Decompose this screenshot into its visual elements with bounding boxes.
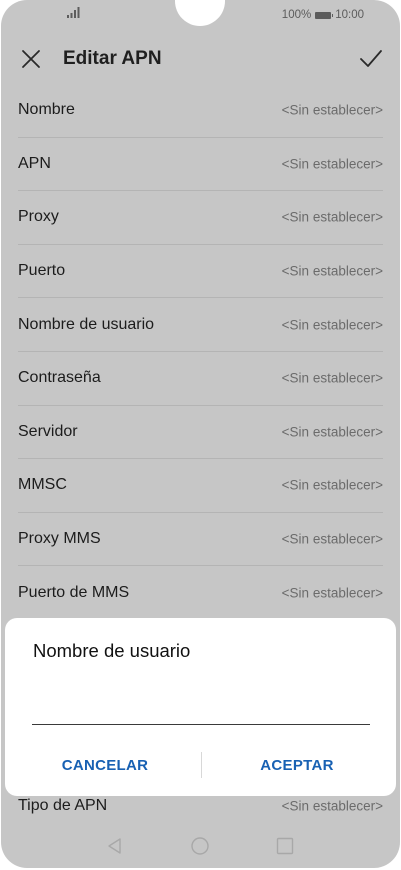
status-bar: 100% 10:00 — [1, 0, 400, 32]
camera-notch — [175, 0, 225, 26]
list-item-nombre-de-usuario[interactable]: Nombre de usuario <Sin establecer> — [18, 298, 383, 352]
row-value: <Sin establecer> — [281, 370, 383, 386]
recent-apps-icon[interactable] — [275, 836, 295, 856]
row-label: Proxy — [18, 208, 59, 226]
list-item-servidor[interactable]: Servidor <Sin establecer> — [18, 406, 383, 460]
row-value: <Sin establecer> — [281, 317, 383, 333]
row-value: <Sin establecer> — [281, 477, 383, 493]
row-label: APN — [18, 154, 51, 172]
row-value: <Sin establecer> — [281, 424, 383, 440]
close-icon[interactable] — [19, 47, 43, 71]
apn-settings-list: Nombre <Sin establecer> APN <Sin estable… — [1, 84, 400, 620]
row-label: Servidor — [18, 422, 78, 440]
dialog-title: Nombre de usuario — [33, 640, 191, 661]
list-item-puerto-de-mms[interactable]: Puerto de MMS <Sin establecer> — [18, 566, 383, 620]
status-time: 10:00 — [335, 9, 364, 21]
list-item-apn[interactable]: APN <Sin establecer> — [18, 138, 383, 192]
row-label: Proxy MMS — [18, 530, 101, 548]
row-label: Nombre de usuario — [18, 315, 155, 333]
status-right: 100% 10:00 — [282, 8, 364, 22]
list-item-proxy-mms[interactable]: Proxy MMS <Sin establecer> — [18, 513, 383, 567]
list-item-puerto[interactable]: Puerto <Sin establecer> — [18, 245, 383, 299]
accept-button[interactable]: ACEPTAR — [207, 750, 387, 780]
row-label: Contraseña — [18, 369, 101, 387]
row-value: <Sin establecer> — [281, 798, 383, 814]
list-item-nombre[interactable]: Nombre <Sin establecer> — [18, 84, 383, 138]
row-label: Nombre — [18, 101, 75, 119]
page-title: Editar APN — [63, 48, 162, 69]
row-value: <Sin establecer> — [281, 209, 383, 225]
username-dialog: Nombre de usuario CANCELAR ACEPTAR — [5, 618, 396, 796]
navigation-bar — [1, 826, 400, 868]
app-header: Editar APN — [1, 36, 400, 82]
row-value: <Sin establecer> — [281, 102, 383, 118]
home-icon[interactable] — [190, 836, 210, 856]
row-label: Tipo de APN — [18, 797, 108, 814]
battery-icon — [315, 11, 334, 19]
row-value: <Sin establecer> — [281, 263, 383, 279]
cancel-button[interactable]: CANCELAR — [15, 750, 195, 780]
row-label: Puerto — [18, 262, 66, 280]
list-item-proxy[interactable]: Proxy <Sin establecer> — [18, 191, 383, 245]
list-item-mmsc[interactable]: MMSC <Sin establecer> — [18, 459, 383, 513]
row-label: MMSC — [18, 476, 67, 494]
row-value: <Sin establecer> — [281, 531, 383, 547]
screen: 100% 10:00 Editar APN Nombre <Sin establ… — [1, 0, 400, 868]
row-label: Puerto de MMS — [18, 583, 130, 601]
row-value: <Sin establecer> — [281, 156, 383, 172]
row-value: <Sin establecer> — [281, 585, 383, 601]
list-item-contrasena[interactable]: Contraseña <Sin establecer> — [18, 352, 383, 406]
username-input[interactable] — [32, 688, 370, 725]
button-divider — [201, 752, 202, 778]
signal-icon — [67, 7, 80, 18]
battery-percent: 100% — [281, 9, 312, 21]
check-icon[interactable] — [358, 46, 384, 72]
list-item-tipo-de-apn[interactable]: Tipo de APN <Sin establecer> — [18, 792, 383, 820]
back-icon[interactable] — [105, 836, 125, 856]
